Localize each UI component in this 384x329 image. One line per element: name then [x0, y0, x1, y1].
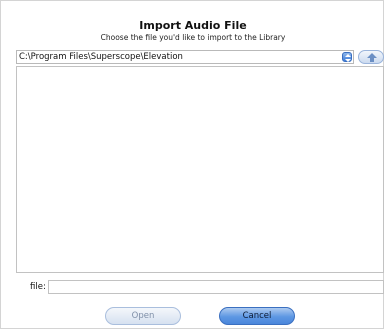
dialog-subtitle: Choose the file you'd like to import to …	[100, 33, 286, 42]
path-select[interactable]: C:\Program Files\Superscope\Elevation	[16, 50, 354, 64]
file-name-input[interactable]	[48, 280, 384, 294]
up-arrow-icon	[367, 53, 377, 62]
file-list[interactable]	[16, 66, 384, 273]
parent-folder-button[interactable]	[358, 50, 384, 64]
open-button[interactable]: Open	[105, 307, 181, 325]
file-label: file:	[30, 282, 46, 292]
updown-arrows-icon[interactable]	[342, 52, 352, 62]
dialog-title: Import Audio File	[139, 19, 247, 32]
cancel-button[interactable]: Cancel	[219, 307, 295, 325]
path-row: C:\Program Files\Superscope\Elevation	[16, 50, 384, 64]
path-select-value: C:\Program Files\Superscope\Elevation	[19, 52, 183, 62]
import-audio-dialog: Import Audio File Choose the file you'd …	[0, 0, 384, 329]
